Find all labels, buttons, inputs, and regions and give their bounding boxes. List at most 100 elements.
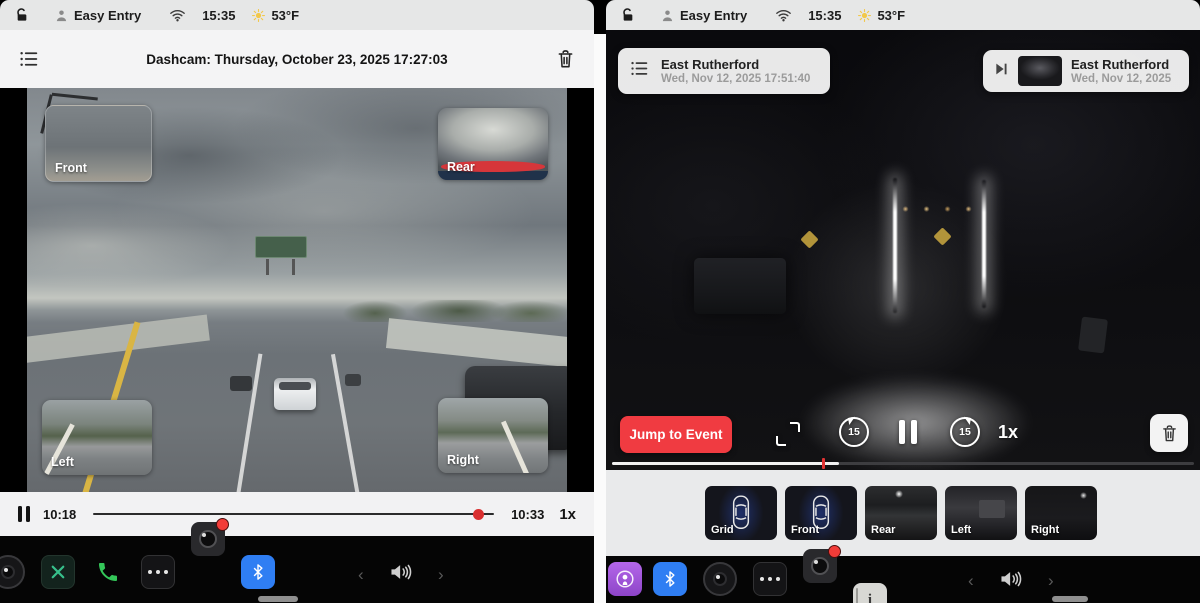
camera-thumb-left[interactable]: Left (42, 400, 152, 475)
temperature: 53°F (877, 8, 905, 23)
camera-select-grid[interactable]: Grid (705, 486, 777, 540)
wifi-icon[interactable] (169, 8, 186, 22)
dock-handle[interactable] (258, 596, 298, 602)
car (230, 376, 252, 391)
right-barrier (386, 318, 567, 368)
weather[interactable]: 53°F (857, 8, 905, 23)
camera-thumb-label: Right (1031, 524, 1059, 536)
front-camera-view: Front Rear Left Right (27, 88, 567, 492)
profile-name: Easy Entry (680, 8, 747, 23)
camera-thumb-label: Right (447, 453, 479, 467)
x-app-icon[interactable] (41, 555, 75, 589)
lane-stripe (501, 421, 530, 473)
camera-thumb-rear[interactable]: Rear (438, 108, 548, 180)
notification-badge (216, 518, 229, 531)
lane-line (235, 354, 262, 492)
playback-speed-button[interactable]: 1x (559, 506, 576, 523)
skip-back-15-button[interactable]: 15 (839, 417, 869, 447)
car (345, 374, 361, 386)
yellow-road-sign (800, 230, 818, 248)
next-clip-location: East Rutherford (1071, 57, 1171, 72)
camera-select-left[interactable]: Left (945, 486, 1017, 540)
camera-select-rear[interactable]: Rear (865, 486, 937, 540)
owners-manual-app-icon[interactable]: i (853, 583, 887, 603)
camera-thumb-right[interactable]: Right (438, 398, 548, 473)
dock-handle[interactable] (1052, 596, 1088, 602)
temperature: 53°F (271, 8, 299, 23)
dashcam-app-icon[interactable] (0, 555, 25, 589)
progress-fill (612, 462, 839, 465)
headlight-glare (893, 178, 897, 313)
clip-list-menu-icon[interactable] (630, 60, 649, 82)
bluetooth-app-icon[interactable] (241, 555, 275, 589)
headlight-glare (982, 180, 986, 308)
camera-thumb-front[interactable]: Front (45, 105, 152, 182)
clock: 15:35 (808, 8, 841, 23)
weather[interactable]: 53°F (251, 8, 299, 23)
next-clip-thumbnail (1018, 56, 1062, 86)
profile-name: Easy Entry (74, 8, 141, 23)
unlock-icon[interactable] (14, 7, 30, 23)
skip-next-icon[interactable] (993, 61, 1009, 82)
delete-clip-icon[interactable] (552, 46, 578, 72)
driver-profile[interactable]: Easy Entry (54, 8, 141, 23)
wifi-icon[interactable] (775, 8, 792, 22)
dashcam-video-night[interactable]: East Rutherford Wed, Nov 12, 2025 17:51:… (606, 30, 1200, 470)
current-clip-card[interactable]: East Rutherford Wed, Nov 12, 2025 17:51:… (618, 48, 830, 94)
left-barrier (27, 315, 210, 364)
clip-progress-bar[interactable] (612, 462, 1194, 465)
next-clip-date: Wed, Nov 12, 2025 (1071, 72, 1171, 86)
collapse-view-icon[interactable] (776, 422, 800, 446)
seek-bar[interactable] (93, 513, 494, 515)
dashcam-header: Dashcam: Thursday, October 23, 2025 17:2… (0, 30, 594, 88)
app-taskbar: i ‹ › (606, 556, 1200, 603)
status-bar: Easy Entry 15:35 53°F (606, 0, 1200, 30)
media-prev-icon[interactable]: ‹ (358, 565, 364, 585)
camera-select-right[interactable]: Right (1025, 486, 1097, 540)
clock: 15:35 (202, 8, 235, 23)
parked-truck (694, 258, 786, 314)
camera-lens (811, 557, 829, 575)
camera-thumb-label: Front (55, 161, 87, 175)
pause-button[interactable] (18, 506, 30, 522)
media-next-icon[interactable]: › (1048, 571, 1054, 591)
playback-bar: 10:18 10:33 1x (0, 492, 594, 536)
unlock-icon[interactable] (620, 7, 636, 23)
dashcam-video[interactable]: Front Rear Left Right (0, 88, 594, 492)
clip-datetime: Wed, Nov 12, 2025 17:51:40 (661, 72, 810, 86)
camera-app-icon[interactable] (191, 522, 225, 556)
camera-thumb-label: Left (51, 455, 74, 469)
right-dashcam-panel: Easy Entry 15:35 53°F East Rutherford We… (606, 0, 1200, 603)
bluetooth-app-icon[interactable] (653, 562, 687, 596)
more-apps-icon[interactable] (141, 555, 175, 589)
driver-profile[interactable]: Easy Entry (660, 8, 747, 23)
volume-icon[interactable] (384, 555, 418, 589)
pause-button[interactable] (899, 420, 917, 444)
notification-badge (828, 545, 841, 558)
jump-to-event-button[interactable]: Jump to Event (620, 416, 732, 453)
delete-clip-button[interactable] (1150, 414, 1188, 452)
skip-forward-15-button[interactable]: 15 (950, 417, 980, 447)
status-bar: Easy Entry 15:35 53°F (0, 0, 594, 30)
phone-app-icon[interactable] (91, 555, 125, 589)
camera-thumb-label: Front (791, 524, 819, 536)
trash-bin-roadside (1078, 317, 1108, 354)
more-apps-icon[interactable] (753, 562, 787, 596)
car-ahead (274, 378, 316, 410)
camera-select-front[interactable]: Front (785, 486, 857, 540)
seek-handle[interactable] (473, 509, 484, 520)
volume-icon[interactable] (994, 562, 1028, 596)
panel-divider (594, 34, 606, 603)
event-marker (822, 458, 825, 469)
clip-title: Dashcam: Thursday, October 23, 2025 17:2… (0, 52, 594, 67)
camera-app-icon[interactable] (803, 549, 837, 583)
playback-speed-button[interactable]: 1x (998, 422, 1018, 443)
next-clip-card[interactable]: East Rutherford Wed, Nov 12, 2025 (983, 50, 1189, 92)
media-next-icon[interactable]: › (438, 565, 444, 585)
camera-lens (199, 530, 217, 548)
dashcam-app-icon[interactable] (703, 562, 737, 596)
media-prev-icon[interactable]: ‹ (968, 571, 974, 591)
podcasts-app-icon[interactable] (608, 562, 642, 596)
left-dashcam-panel: Easy Entry 15:35 53°F Dashcam: Thursday,… (0, 0, 594, 603)
clip-list-menu-icon[interactable] (16, 46, 42, 72)
